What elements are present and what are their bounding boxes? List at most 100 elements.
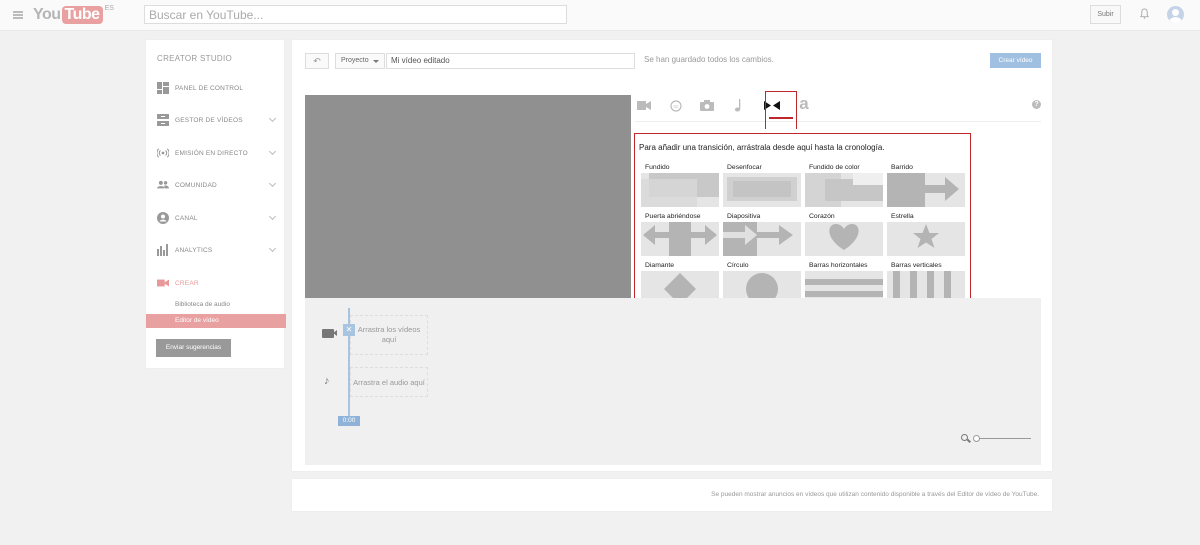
sidebar-item-label: ANALYTICS [175,247,213,254]
sidebar-item-label: CANAL [175,215,198,222]
project-dropdown[interactable]: Proyecto [335,53,385,69]
chevron-down-icon [268,212,277,221]
transition-star[interactable]: Estrella [887,212,965,256]
sidebar-subitem-video-editor[interactable]: Editor de vídeo [146,314,286,328]
sidebar-item-dashboard[interactable]: PANEL DE CONTROL [146,79,286,99]
video-track-icon [322,329,337,338]
channel-icon [157,212,169,224]
color-fade-preview [805,173,883,207]
video-icon[interactable] [637,100,651,111]
sidebar-item-channel[interactable]: CANAL [146,209,286,229]
timeline: ♪ Arrastra los vídeos aquí Arrastra el a… [305,298,1041,465]
transition-heart[interactable]: Corazón [805,212,883,256]
sidebar-item-analytics[interactable]: ANALYTICS [146,241,286,261]
undo-button[interactable]: ↶ [305,53,329,69]
community-icon [157,180,169,189]
sidebar-item-label: COMUNIDAD [175,182,217,189]
svg-text:cc: cc [674,104,680,110]
project-title-input[interactable]: Mi vídeo editado [386,53,635,69]
photo-icon[interactable] [700,100,714,111]
video-drop-zone[interactable]: Arrastra los vídeos aquí [350,315,428,355]
text-icon[interactable]: a [795,95,813,113]
transition-label: Fundido [645,164,670,171]
upload-button[interactable]: Subir [1090,5,1121,24]
transition-color-fade[interactable]: Fundido de color [805,163,883,207]
sidebar-item-video-manager[interactable]: GESTOR DE VÍDEOS [146,111,286,131]
transitions-instruction: Para añadir una transición, arrástrala d… [639,143,885,152]
transition-label: Fundido de color [809,164,860,171]
slide-preview [723,222,801,256]
wipe-preview [887,173,965,207]
transition-label: Diapositiva [727,213,761,220]
transition-wipe[interactable]: Barrido [887,163,965,207]
sidebar: CREATOR STUDIO PANEL DE CONTROL GESTOR D… [145,39,286,369]
time-indicator: 0:00 [338,416,360,426]
chevron-down-icon [268,147,277,156]
logo-tube: Tube [61,6,103,24]
avatar[interactable] [1167,6,1184,23]
audio-drop-zone[interactable]: Arrastra el audio aquí [350,367,428,397]
logo-country: ES [104,5,114,12]
sidebar-item-live[interactable]: EMISIÓN EN DIRECTO [146,144,286,164]
save-status: Se han guardado todos los cambios. [644,55,774,64]
editor-tabs: cc a [635,92,1041,122]
tab-transitions-highlight [765,91,797,129]
zoom-slider-handle[interactable] [973,435,980,442]
camera-icon [157,279,169,287]
transition-label: Diamante [645,262,675,269]
top-bar: You Tube ES Buscar en YouTube... Subir [0,0,1200,31]
sidebar-item-create[interactable]: CREAR [146,274,286,294]
transition-slide[interactable]: Diapositiva [723,212,801,256]
transition-label: Estrella [891,213,914,220]
chevron-down-icon [268,114,277,123]
project-label: Proyecto [341,57,369,64]
star-preview [887,222,965,256]
chevron-down-icon [268,179,277,188]
sidebar-item-community[interactable]: COMUNIDAD [146,176,286,196]
footer-notice: Se pueden mostrar anuncios en vídeos que… [711,491,1039,498]
menu-icon[interactable] [13,11,23,19]
blur-preview [723,173,801,207]
live-icon [157,148,169,158]
heart-preview [805,222,883,256]
caret-down-icon [373,60,379,63]
fade-preview [641,173,719,207]
youtube-logo[interactable]: You Tube ES [33,5,114,24]
send-feedback-button[interactable]: Enviar sugerencias [156,339,231,357]
logo-you: You [33,6,61,23]
editor-panel: ↶ Proyecto Mi vídeo editado Se han guard… [291,39,1053,472]
sidebar-item-label: PANEL DE CONTROL [175,85,244,92]
sidebar-item-label: CREAR [175,280,199,287]
cc-icon[interactable]: cc [670,100,682,112]
transition-door[interactable]: Puerta abriéndose [641,212,719,256]
studio-title: CREATOR STUDIO [157,54,233,63]
sidebar-item-label: GESTOR DE VÍDEOS [175,117,243,124]
footer: Se pueden mostrar anuncios en vídeos que… [291,478,1053,512]
analytics-icon [157,244,168,256]
transition-label: Desenfocar [727,164,762,171]
playhead-marker-icon[interactable]: ✕ [343,324,355,336]
chevron-down-icon [268,244,277,253]
create-video-button[interactable]: Crear vídeo [990,53,1041,68]
search-input[interactable]: Buscar en YouTube... [144,5,567,24]
transition-label: Barras verticales [891,262,942,269]
sidebar-item-label: EMISIÓN EN DIRECTO [175,150,248,157]
bell-icon[interactable] [1139,8,1150,19]
door-preview [641,222,719,256]
transition-blur[interactable]: Desenfocar [723,163,801,207]
tab-active-underline [769,117,793,119]
transition-label: Barras horizontales [809,262,868,269]
help-icon[interactable]: ? [1032,100,1041,109]
music-note-icon: ♪ [324,375,330,387]
zoom-icon [961,434,968,441]
transition-label: Círculo [727,262,749,269]
video-manager-icon [157,114,169,126]
music-icon[interactable] [733,99,743,112]
transitions-grid: Fundido Desenfocar Fundido de color Barr… [641,163,967,311]
zoom-slider-track[interactable] [975,438,1031,439]
transition-fade[interactable]: Fundido [641,163,719,207]
transitions-panel: Para añadir una transición, arrástrala d… [634,133,971,311]
dashboard-icon [157,82,169,94]
sidebar-subitem-audio-library[interactable]: Biblioteca de audio [146,298,286,312]
video-preview[interactable] [305,95,631,298]
